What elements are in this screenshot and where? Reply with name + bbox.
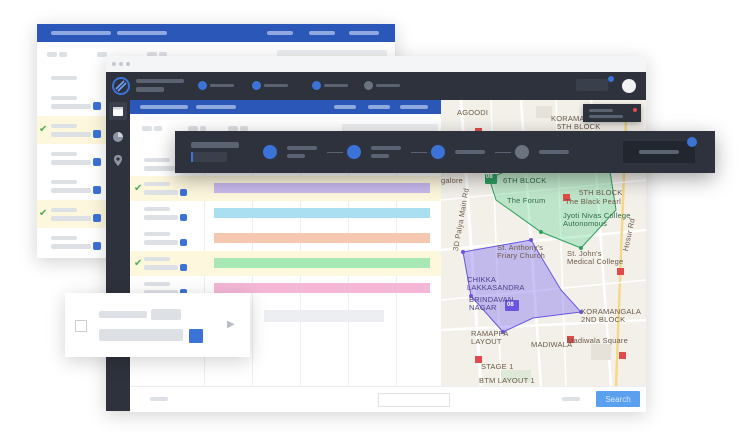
row-action-button[interactable] <box>189 329 203 343</box>
back-window-header <box>37 24 395 42</box>
step-1[interactable] <box>263 145 277 159</box>
map-label-forum: The Forum <box>507 196 546 205</box>
check-icon: ✔ <box>39 208 48 219</box>
step-4[interactable] <box>515 145 529 159</box>
location-pin-icon[interactable] <box>109 152 127 170</box>
window-footer: Search <box>130 386 646 412</box>
left-sidebar <box>106 100 130 411</box>
stepper-action-button[interactable] <box>623 141 695 163</box>
step-3[interactable] <box>431 145 445 159</box>
map-label-5th-block: 5TH BLOCK <box>557 122 601 131</box>
map-label-st-anthony: St. Anthony's Friary Church <box>497 243 546 260</box>
map-label-5th-block-right: 5TH BLOCK <box>579 188 623 197</box>
logo-icon[interactable] <box>111 76 131 96</box>
map-label-ramappa: RAMAPPA LAYOUT <box>471 329 509 346</box>
map-marker-green[interactable]: 08 <box>486 174 493 180</box>
table-row[interactable] <box>130 226 441 251</box>
search-button[interactable]: Search <box>596 391 640 407</box>
step-2[interactable] <box>347 145 361 159</box>
map-tooltip <box>583 104 641 122</box>
map-label-black-pearl: The Black Pearl <box>565 197 621 206</box>
check-icon: ✔ <box>134 258 143 269</box>
map-label-btm-layout: BTM LAYOUT 1 <box>479 376 535 385</box>
nav-strip <box>130 100 441 114</box>
calendar-icon[interactable] <box>109 102 127 120</box>
map-label-6th-block: 6TH BLOCK <box>503 176 547 185</box>
map-label-jyoti-nivas: Jyoti Nivas College Autonomous <box>563 211 631 228</box>
map-label-galore: galore <box>441 176 464 185</box>
avatar[interactable] <box>622 79 636 93</box>
map-label-agoodi: AGOODI <box>457 108 489 117</box>
checkbox-icon[interactable] <box>75 320 87 332</box>
map-label-koramangala-2nd: KORAMANGALA 2ND BLOCK <box>581 307 642 324</box>
map-label-madiwala-square: Madiwala Square <box>567 336 628 345</box>
map-label-chikka-lakkasandra: CHIKKA LAKKASANDRA <box>467 275 525 292</box>
map-label-st-johns: St. John's Medical College <box>567 249 624 266</box>
table-row[interactable] <box>130 201 441 226</box>
floating-row-card[interactable]: ▶ <box>65 293 250 357</box>
chevron-right-icon[interactable]: ▶ <box>227 319 235 330</box>
stepper-bar <box>175 131 715 173</box>
app-topbar <box>106 72 646 100</box>
table-row[interactable]: ✔ <box>130 176 441 201</box>
main-window: ✔ ✔ Search AGOODI KORAMANGALA 5TH BLOCK … <box>106 56 646 412</box>
map-label-stage-1: STAGE 1 <box>481 362 514 371</box>
table-row[interactable]: ✔ <box>130 251 441 276</box>
check-icon: ✔ <box>39 124 48 135</box>
window-titlebar <box>106 56 646 72</box>
check-icon: ✔ <box>134 183 143 194</box>
pie-chart-icon[interactable] <box>109 128 127 146</box>
map-marker-purple[interactable]: 08 <box>507 302 514 308</box>
